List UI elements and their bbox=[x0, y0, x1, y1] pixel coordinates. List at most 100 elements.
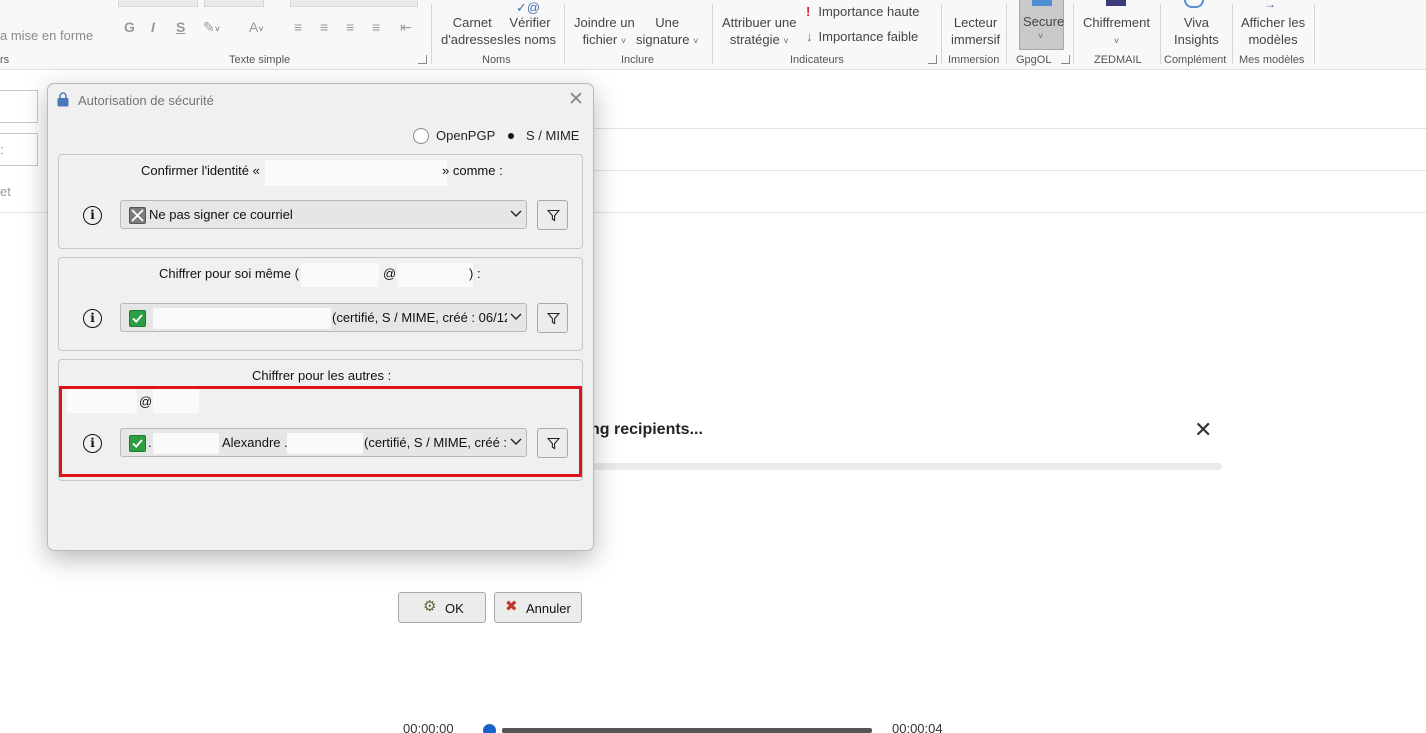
cancel-button[interactable]: ✖ Annuler bbox=[494, 592, 582, 623]
cc-field-line bbox=[560, 170, 1426, 171]
encrypt-label: Chiffrement bbox=[1083, 15, 1150, 30]
close-icon[interactable]: ✕ bbox=[1194, 419, 1212, 441]
policy-label-1: Attribuer une bbox=[722, 15, 797, 30]
identity-title-suffix: » comme : bbox=[442, 163, 503, 178]
openpgp-radio[interactable] bbox=[413, 128, 429, 144]
bold-button[interactable]: G bbox=[124, 19, 135, 35]
self-cert-select[interactable]: (certifié, S / MIME, créé : 06/12/ bbox=[120, 303, 527, 332]
address-book-label-1: Carnet bbox=[452, 15, 492, 30]
check-names-label-2: les noms bbox=[504, 32, 557, 47]
underline-button[interactable]: S bbox=[176, 19, 185, 35]
self-filter-button[interactable] bbox=[537, 303, 568, 333]
separator bbox=[941, 4, 942, 64]
indicateurs-launcher-icon[interactable] bbox=[928, 55, 937, 64]
highlight-box bbox=[59, 386, 582, 477]
immersion-group-label: Immersion bbox=[948, 54, 1000, 66]
font-color-icon[interactable]: A˅ bbox=[249, 19, 264, 35]
separator bbox=[1160, 4, 1161, 64]
noms-group-label: Noms bbox=[482, 54, 511, 66]
reader-label-2: immersif bbox=[951, 32, 1001, 47]
signature-button[interactable]: Une signature ˅ bbox=[636, 14, 698, 50]
identity-select[interactable]: Ne pas signer ce courriel bbox=[120, 200, 527, 229]
smime-label[interactable]: S / MIME bbox=[526, 128, 579, 143]
align-left-icon[interactable]: ≡ bbox=[320, 19, 328, 35]
dialog-titlebar[interactable]: Autorisation de sécurité ✕ bbox=[48, 84, 593, 116]
certified-check-icon bbox=[129, 310, 146, 327]
check-names-label-1: Vérifier bbox=[509, 15, 551, 30]
importance-low-button[interactable]: ↓ Importance faible bbox=[806, 28, 918, 45]
identity-filter-button[interactable] bbox=[537, 200, 568, 230]
separator bbox=[712, 4, 713, 64]
importance-high-button[interactable]: ! Importance haute bbox=[806, 3, 920, 20]
security-approval-dialog: Autorisation de sécurité ✕ OpenPGP S / M… bbox=[47, 83, 594, 623]
inclure-group-label: Inclure bbox=[621, 54, 655, 66]
seek-handle[interactable] bbox=[483, 724, 496, 733]
smime-radio[interactable] bbox=[508, 133, 514, 139]
filter-icon bbox=[547, 209, 560, 222]
highlight-color-icon[interactable]: ✎˅ bbox=[203, 19, 220, 36]
check-names-button[interactable]: Vérifier les noms bbox=[504, 14, 556, 48]
ok-button[interactable]: ⚙ OK bbox=[398, 592, 486, 623]
openpgp-label[interactable]: OpenPGP bbox=[436, 128, 495, 143]
cc-button-stub[interactable] bbox=[0, 133, 38, 166]
subject-hint: et bbox=[0, 184, 11, 199]
zedmail-group-label: ZEDMAIL bbox=[1094, 54, 1142, 66]
style-box-stub bbox=[290, 0, 418, 7]
format-group-label: Texte simple bbox=[229, 54, 291, 66]
italic-button[interactable]: I bbox=[151, 19, 155, 35]
identity-panel: Confirmer l'identité « » comme : i Ne pa… bbox=[58, 154, 583, 249]
current-time: 00:00:00 bbox=[403, 721, 454, 733]
assign-policy-button[interactable]: Attribuer une stratégie ˅ bbox=[722, 14, 796, 50]
ribbon: a mise en forme rs G I S ✎˅ A˅ ≡ ≡ ≡ ≡ ⇤… bbox=[0, 0, 1426, 70]
size-box-stub bbox=[204, 0, 264, 7]
indent-icon[interactable]: ⇤ bbox=[400, 19, 412, 36]
importance-low-label: Importance faible bbox=[818, 29, 919, 44]
redacted-self-domain bbox=[397, 263, 473, 287]
viva-insights-button[interactable]: Viva Insights bbox=[1174, 14, 1219, 48]
gpgol-launcher-icon[interactable] bbox=[1061, 55, 1070, 64]
progress-bar bbox=[590, 463, 1222, 470]
modeles-group-label: Mes modèles bbox=[1239, 54, 1305, 66]
separator bbox=[1006, 4, 1007, 64]
self-title-at: @ bbox=[383, 266, 397, 281]
format-painter-label[interactable]: a mise en forme bbox=[0, 28, 93, 43]
to-button-stub[interactable] bbox=[0, 90, 38, 123]
align-right-icon[interactable]: ≡ bbox=[372, 19, 380, 35]
self-title-prefix: Chiffrer pour soi même ( bbox=[159, 266, 299, 281]
clipboard-group-label: rs bbox=[0, 54, 10, 66]
lock-icon bbox=[57, 92, 69, 107]
cc-hint: : bbox=[0, 142, 4, 157]
close-icon[interactable]: ✕ bbox=[568, 90, 584, 109]
separator bbox=[1232, 4, 1233, 64]
templates-label-2: modèles bbox=[1248, 32, 1298, 47]
secure-icon bbox=[1032, 0, 1052, 6]
chevron-down-icon bbox=[510, 210, 522, 217]
viva-icon bbox=[1184, 0, 1204, 8]
check-names-icon: ✓@ bbox=[516, 0, 541, 15]
encrypt-icon bbox=[1106, 0, 1126, 6]
cancel-label: Annuler bbox=[526, 601, 571, 616]
signature-label-2: signature bbox=[636, 32, 690, 47]
immersive-reader-button[interactable]: Lecteur immersif bbox=[951, 14, 1000, 48]
no-sign-icon bbox=[129, 207, 146, 224]
arrow-down-icon: ↓ bbox=[806, 29, 813, 44]
attach-file-button[interactable]: Joindre un fichier ˅ bbox=[574, 14, 635, 50]
address-book-button[interactable]: Carnet d'adresses bbox=[441, 14, 503, 48]
secure-label: Secure bbox=[1023, 14, 1065, 29]
bullets-icon[interactable]: ≡ bbox=[294, 19, 302, 35]
info-icon[interactable]: i bbox=[83, 206, 102, 225]
signature-label-1: Une bbox=[655, 15, 680, 30]
others-title: Chiffrer pour les autres : bbox=[252, 368, 392, 383]
viva-label-1: Viva bbox=[1183, 15, 1209, 30]
format-launcher-icon[interactable] bbox=[418, 55, 427, 64]
align-center-icon[interactable]: ≡ bbox=[346, 19, 354, 35]
secure-button[interactable]: Secure ˅ bbox=[1019, 0, 1064, 50]
encryption-button[interactable]: Chiffrement ˅ bbox=[1083, 14, 1150, 50]
show-templates-button[interactable]: Afficher les modèles bbox=[1241, 14, 1305, 48]
attach-label-2: fichier bbox=[582, 32, 618, 47]
templates-label-1: Afficher les bbox=[1241, 15, 1306, 30]
seek-bar[interactable] bbox=[502, 728, 872, 733]
info-icon[interactable]: i bbox=[83, 309, 102, 328]
chevron-down-icon bbox=[510, 313, 522, 320]
filter-icon bbox=[547, 312, 560, 325]
